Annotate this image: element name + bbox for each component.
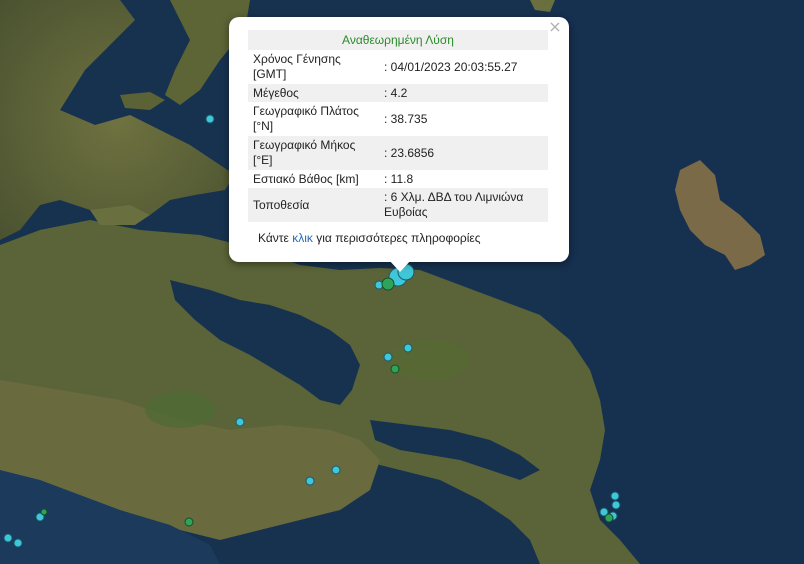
forest-patch [145, 392, 215, 428]
longitude-value: : 23.6856 [379, 136, 548, 170]
magnitude-value: : 4.2 [379, 84, 548, 102]
more-info-link[interactable]: κλικ [292, 231, 313, 245]
earthquake-marker-selected[interactable] [381, 277, 395, 291]
close-icon[interactable]: × [547, 19, 563, 35]
earthquake-marker[interactable] [331, 465, 341, 475]
magnitude-label: Μέγεθος [248, 84, 379, 102]
earthquake-marker[interactable] [40, 508, 48, 516]
location-label: Τοποθεσία [248, 188, 379, 222]
more-info-prefix: Κάντε [258, 231, 289, 245]
earthquake-marker[interactable] [184, 517, 194, 527]
row-location: Τοποθεσία : 6 Χλμ. ΔΒΔ του Λιμνιώνα Ευβο… [248, 188, 548, 222]
sea-deep [560, 0, 804, 564]
earthquake-popup: × Αναθεωρημένη Λύση Χρόνος Γένησης [GMT]… [229, 17, 569, 262]
earthquake-marker[interactable] [390, 364, 400, 374]
origin-time-value: : 04/01/2023 20:03:55.27 [384, 59, 518, 74]
earthquake-marker[interactable] [305, 476, 315, 486]
earthquake-marker[interactable] [610, 491, 620, 501]
earthquake-marker[interactable] [611, 500, 621, 510]
latitude-value: : 38.735 [384, 111, 428, 126]
row-magnitude: Μέγεθος : 4.2 [248, 84, 548, 102]
row-latitude: Γεωγραφικό Πλάτος [°N] : 38.735 [248, 102, 548, 136]
location-value: : 6 Χλμ. ΔΒΔ του Λιμνιώνα Ευβοίας [379, 188, 548, 222]
earthquake-marker[interactable] [235, 417, 245, 427]
origin-time-label: Χρόνος Γένησης [GMT] [253, 52, 341, 81]
earthquake-info-table: Χρόνος Γένησης [GMT] : 04/01/2023 20:03:… [248, 50, 548, 222]
earthquake-marker[interactable] [205, 114, 215, 124]
row-origin-time: Χρόνος Γένησης [GMT] : 04/01/2023 20:03:… [248, 50, 548, 84]
row-longitude: Γεωγραφικό Μήκος [°E] : 23.6856 [248, 136, 548, 170]
depth-value: : 11.8 [384, 171, 414, 186]
popup-title: Αναθεωρημένη Λύση [248, 30, 548, 50]
forest-patch [390, 340, 470, 380]
latitude-label: Γεωγραφικό Πλάτος [°N] [253, 104, 359, 133]
earthquake-marker[interactable] [604, 513, 614, 523]
more-info-line: Κάντε κλικ για περισσότερες πληροφορίες [258, 231, 481, 245]
row-depth: Εστιακό Βάθος [km] : 11.8 [248, 170, 548, 188]
earthquake-marker[interactable] [403, 343, 413, 353]
popup-tip [389, 260, 411, 272]
more-info-suffix: για περισσότερες πληροφορίες [316, 231, 481, 245]
earthquake-marker[interactable] [13, 538, 23, 548]
earthquake-marker[interactable] [3, 533, 13, 543]
earthquake-marker[interactable] [383, 352, 393, 362]
longitude-label: Γεωγραφικό Μήκος [°E] [248, 136, 379, 170]
depth-label: Εστιακό Βάθος [km] [253, 171, 359, 186]
